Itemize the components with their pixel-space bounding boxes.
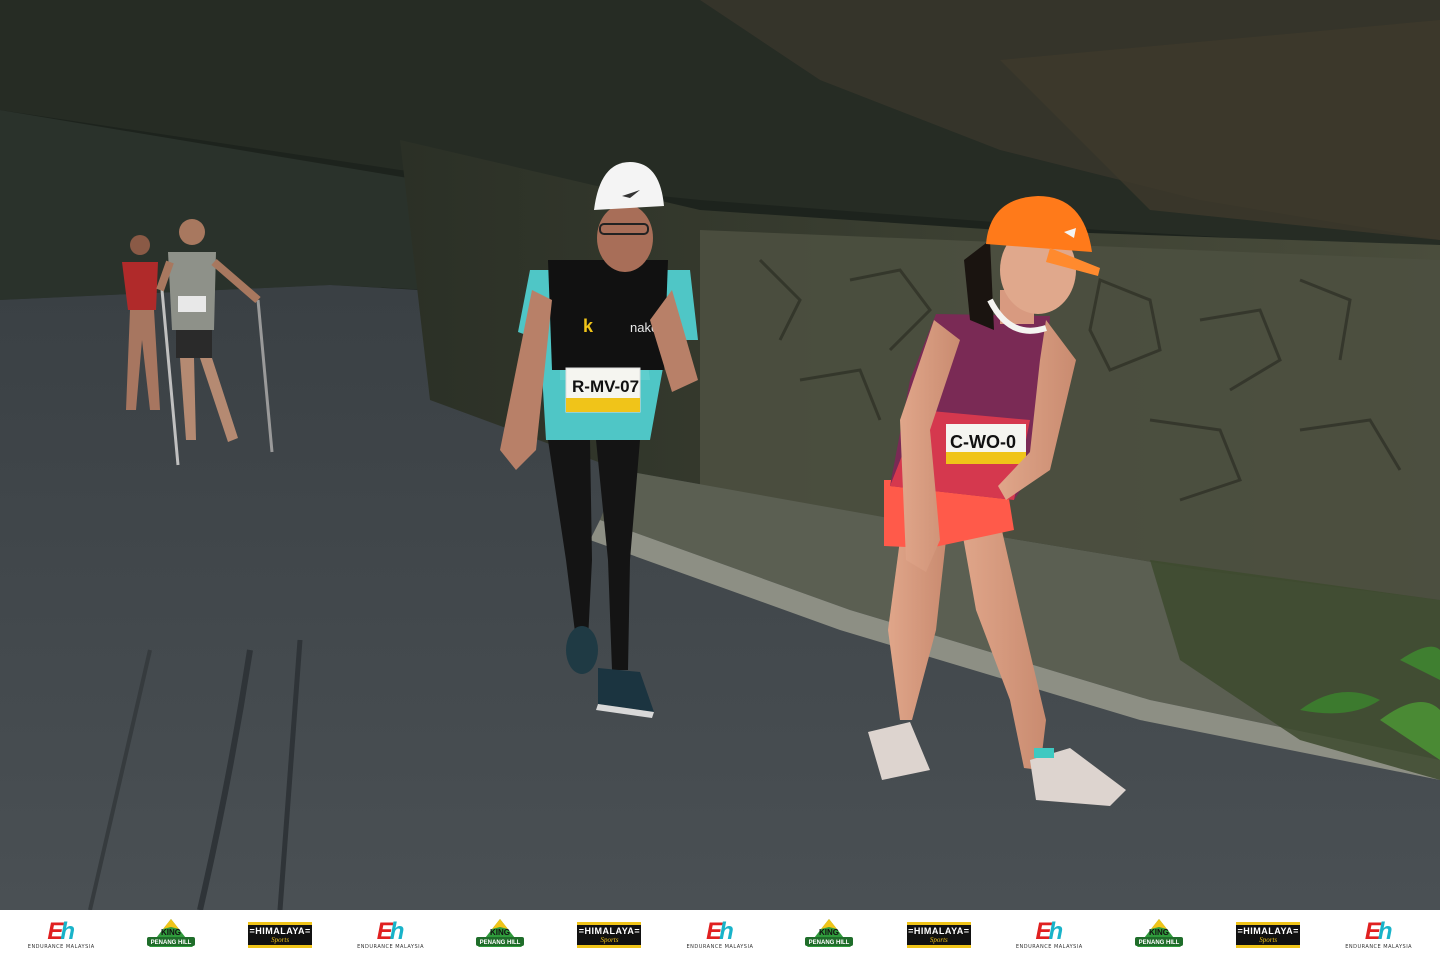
logo-line-1: =HIMALAYA= [1237, 926, 1299, 936]
logo-line-2: Sports [600, 936, 619, 944]
king-of-penang-hill-logo: KING PENANG HILL [798, 915, 860, 955]
logo-line-2: PENANG HILL [1138, 940, 1179, 946]
bib-text-1: R-MV-07 [572, 377, 639, 396]
logo-line-2: Sports [1259, 936, 1278, 944]
himalaya-sports-logo: =HIMALAYA= Sports [1236, 922, 1301, 948]
logo-line-2: Sports [271, 936, 290, 944]
mountain-icon: KING PENANG HILL [476, 919, 525, 947]
king-of-penang-hill-logo: KING PENANG HILL [1128, 915, 1190, 955]
himalaya-sports-logo: =HIMALAYA= Sports [906, 922, 971, 948]
logo-line-1: =HIMALAYA= [578, 926, 641, 936]
logo-line-1: KING [819, 928, 839, 937]
vest-brand-logo: k [583, 316, 594, 336]
logo-caption: ENDURANCE MALAYSIA [686, 943, 754, 950]
logo-caption: ENDURANCE MALAYSIA [1345, 943, 1413, 950]
logo-line-1: KING [161, 928, 181, 937]
logo-line-2: PENANG HILL [480, 940, 521, 946]
king-of-penang-hill-logo: KING PENANG HILL [140, 915, 202, 955]
logo-line-1: =HIMALAYA= [908, 926, 970, 936]
logo-caption: ENDURANCE MALAYSIA [27, 943, 95, 950]
endurance-malaysia-logo: Eh ENDURANCE MALAYSIA [27, 917, 95, 950]
king-of-penang-hill-logo: KING PENANG HILL [469, 915, 531, 955]
mountain-icon: KING PENANG HILL [805, 919, 854, 947]
sponsor-strip: Eh ENDURANCE MALAYSIA KING PENANG HILL =HIMA… [0, 910, 1440, 960]
endurance-malaysia-logo: Eh ENDURANCE MALAYSIA [686, 917, 754, 950]
logo-line-2: PENANG HILL [809, 940, 850, 946]
bib-text-2: C-WO-0 [950, 432, 1016, 452]
logo-line-1: KING [490, 928, 510, 937]
logo-line-1: =HIMALAYA= [249, 926, 311, 936]
logo-caption: ENDURANCE MALAYSIA [1015, 943, 1083, 950]
logo-line-1: KING [1149, 928, 1169, 937]
himalaya-sports-logo: =HIMALAYA= Sports [577, 922, 642, 948]
mountain-icon: KING PENANG HILL [146, 919, 195, 947]
logo-caption: ENDURANCE MALAYSIA [357, 943, 425, 950]
mountain-icon: KING PENANG HILL [1134, 919, 1183, 947]
himalaya-sports-logo: =HIMALAYA= Sports [248, 922, 313, 948]
endurance-malaysia-logo: Eh ENDURANCE MALAYSIA [1015, 917, 1083, 950]
endurance-malaysia-logo: Eh ENDURANCE MALAYSIA [357, 917, 425, 950]
endurance-malaysia-logo: Eh ENDURANCE MALAYSIA [1345, 917, 1413, 950]
race-photo: k nake R-MV-07 C-WO-0 [0, 0, 1440, 910]
logo-line-2: PENANG HILL [150, 940, 191, 946]
logo-line-2: Sports [929, 936, 948, 944]
